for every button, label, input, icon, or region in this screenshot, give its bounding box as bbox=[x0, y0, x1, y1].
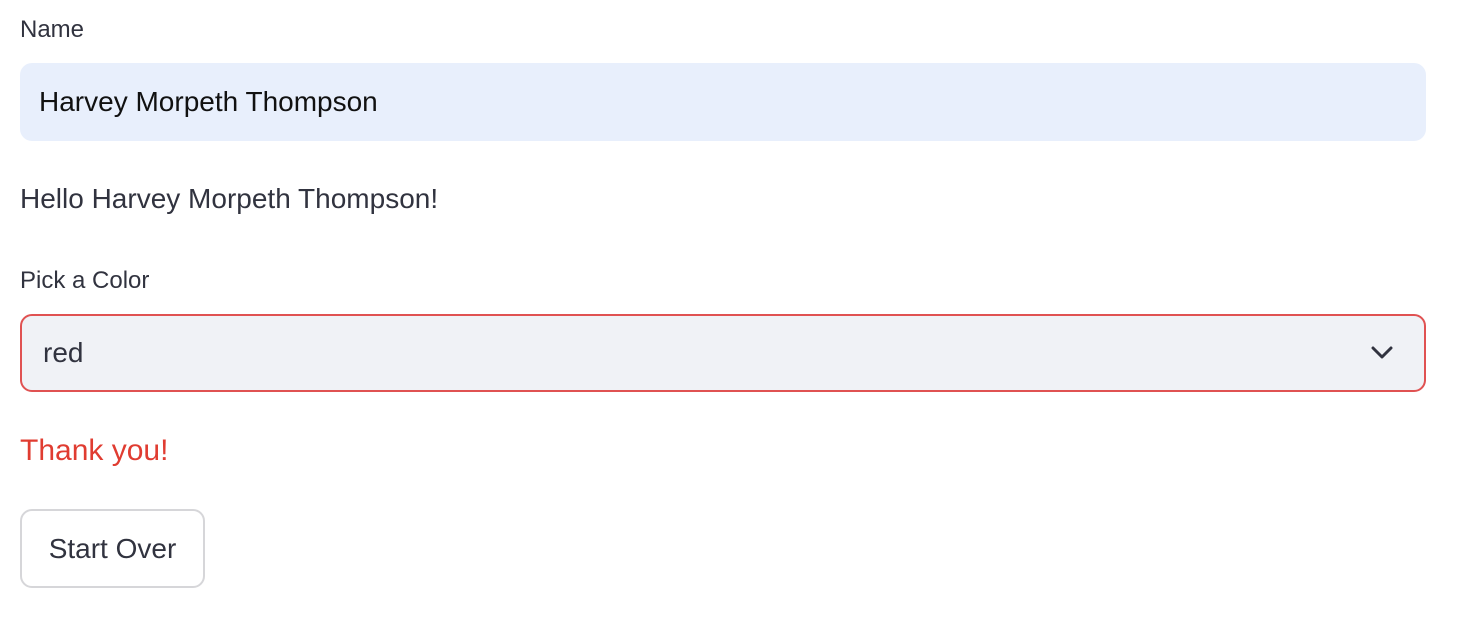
color-select-value: red bbox=[43, 337, 84, 368]
color-select-label: Pick a Color bbox=[20, 267, 150, 294]
greeting-text: Hello Harvey Morpeth Thompson! bbox=[20, 183, 439, 214]
name-input[interactable] bbox=[20, 63, 1426, 141]
color-select[interactable]: red bbox=[20, 314, 1426, 392]
start-over-button[interactable]: Start Over bbox=[20, 509, 205, 588]
chevron-down-icon bbox=[1368, 339, 1396, 367]
thank-you-message: Thank you! bbox=[20, 434, 169, 467]
name-field-label: Name bbox=[20, 16, 85, 43]
